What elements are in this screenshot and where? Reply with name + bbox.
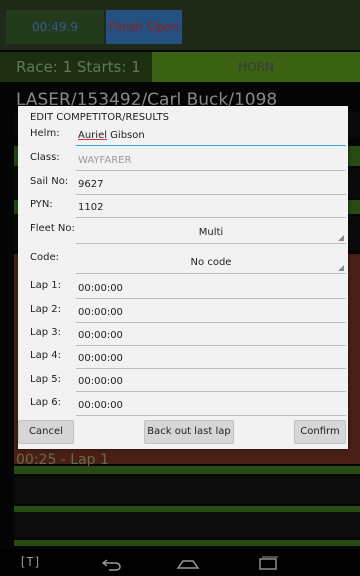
back-arrow-svg <box>101 559 121 571</box>
lap-label: Lap 5: <box>30 374 61 385</box>
helm-last-name: Gibson <box>107 130 145 141</box>
finish-open-button[interactable]: Finish Open <box>106 10 182 44</box>
keyboard-shortcut-button[interactable]: [T] <box>12 549 48 576</box>
edit-competitor-dialog: EDIT COMPETITOR/RESULTS Helm: Auriel Gib… <box>18 106 348 449</box>
fleet-no-label: Fleet No: <box>30 223 75 234</box>
list-item[interactable] <box>14 476 360 504</box>
fleet-no-select[interactable]: Multi <box>76 224 346 244</box>
class-field: WAYFARER <box>76 153 346 171</box>
code-select[interactable]: No code <box>76 254 346 274</box>
helm-input[interactable]: Auriel Gibson <box>76 128 346 146</box>
lap-label: Lap 1: <box>30 280 61 291</box>
race-label: Race: 1 Starts: 1 <box>16 58 141 76</box>
confirm-button[interactable]: Confirm <box>294 420 346 444</box>
list-item[interactable] <box>14 540 360 546</box>
list-item[interactable] <box>14 512 360 538</box>
cancel-button[interactable]: Cancel <box>18 420 74 444</box>
lap-1-input[interactable]: 00:00:00 <box>76 281 346 299</box>
back-out-last-lap-button[interactable]: Back out last lap <box>144 420 234 444</box>
lap-label: Lap 4: <box>30 350 61 361</box>
code-label: Code: <box>30 252 59 263</box>
fleet-no-value: Multi <box>198 227 224 238</box>
lap-label: Lap 6: <box>30 397 61 408</box>
helm-first-name: Auriel <box>78 130 107 141</box>
lap-5-input[interactable]: 00:00:00 <box>76 374 346 392</box>
home-svg <box>176 560 200 569</box>
dialog-title: EDIT COMPETITOR/RESULTS <box>30 112 170 123</box>
dropdown-corner-icon <box>338 265 344 271</box>
dialog-button-row: Cancel Back out last lap Confirm <box>18 420 348 446</box>
horn-button[interactable]: HORN <box>152 52 360 82</box>
navigation-bar: [T] <box>0 549 360 576</box>
sail-no-label: Sail No: <box>30 176 69 187</box>
home-icon[interactable] <box>170 549 206 576</box>
race-timer: 00:49.9 <box>6 10 104 44</box>
lap-6-input[interactable]: 00:00:00 <box>76 398 346 416</box>
sail-no-input[interactable]: 9627 <box>76 177 346 195</box>
helm-label: Helm: <box>30 128 60 139</box>
lap-2-input[interactable]: 00:00:00 <box>76 305 346 323</box>
pyn-label: PYN: <box>30 199 53 210</box>
lap-3-input[interactable]: 00:00:00 <box>76 328 346 346</box>
dropdown-corner-icon <box>338 235 344 241</box>
recents-icon[interactable] <box>250 549 286 576</box>
class-label: Class: <box>30 152 60 163</box>
pyn-input[interactable]: 1102 <box>76 200 346 218</box>
lap-4-input[interactable]: 00:00:00 <box>76 351 346 369</box>
back-arrow-icon[interactable] <box>94 549 130 576</box>
list-item[interactable] <box>14 466 360 474</box>
recents-svg <box>259 556 278 570</box>
lap-label: Lap 3: <box>30 327 61 338</box>
lap-label: Lap 2: <box>30 304 61 315</box>
code-value: No code <box>190 257 232 268</box>
